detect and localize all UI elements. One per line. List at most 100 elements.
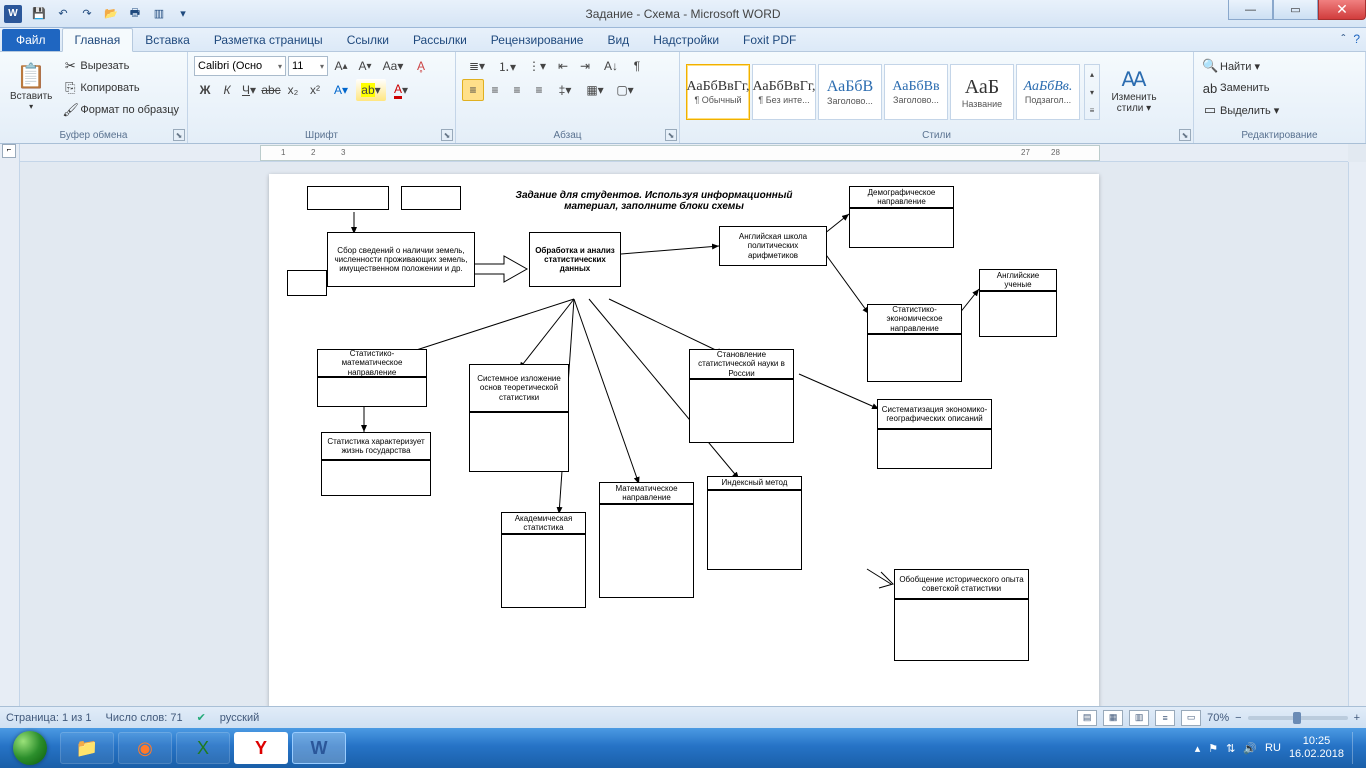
- highlight-icon[interactable]: ab▾: [356, 79, 386, 101]
- styles-row-up[interactable]: ▴: [1085, 66, 1099, 82]
- node-stat-har-label[interactable]: Статистика характеризует жизнь государст…: [321, 432, 431, 460]
- style-normal[interactable]: АаБбВвГг,¶ Обычный: [686, 64, 750, 120]
- view-web[interactable]: ▥: [1129, 710, 1149, 726]
- find-button[interactable]: 🔍Найти ▾: [1200, 55, 1281, 77]
- node-sbor[interactable]: Сбор сведений о наличии земель, численно…: [327, 232, 475, 287]
- clear-formatting-icon[interactable]: Ḁ: [410, 55, 432, 77]
- line-spacing-icon[interactable]: ‡▾: [550, 79, 580, 101]
- node-obob-label[interactable]: Обобщение исторического опыта советской …: [894, 569, 1029, 599]
- proofing-icon[interactable]: ✔: [197, 711, 206, 724]
- node-syst-izl-empty[interactable]: [469, 412, 569, 472]
- qat-customize-icon[interactable]: ▾: [172, 3, 194, 25]
- task-app-orange[interactable]: ◉: [118, 732, 172, 764]
- show-marks-icon[interactable]: ¶: [626, 55, 648, 77]
- tab-selector[interactable]: ⌐: [2, 144, 16, 158]
- node-stat-har-empty[interactable]: [321, 460, 431, 496]
- task-word[interactable]: W: [292, 732, 346, 764]
- tab-layout[interactable]: Разметка страницы: [202, 29, 335, 51]
- node-syst-ekon-empty[interactable]: [877, 429, 992, 469]
- cut-button[interactable]: ✂Вырезать: [60, 55, 181, 77]
- tray-clock[interactable]: 10:25 16.02.2018: [1289, 735, 1344, 761]
- zoom-in-icon[interactable]: +: [1354, 712, 1360, 724]
- tab-home[interactable]: Главная: [62, 28, 134, 52]
- tab-review[interactable]: Рецензирование: [479, 29, 596, 51]
- maximize-button[interactable]: ▭: [1273, 0, 1318, 20]
- qat-new-icon[interactable]: ▥: [148, 3, 170, 25]
- node-demo-label[interactable]: Демографическое направление: [849, 186, 954, 208]
- qat-open-icon[interactable]: 📂: [100, 3, 122, 25]
- copy-button[interactable]: ⎘Копировать: [60, 77, 181, 99]
- tab-insert[interactable]: Вставка: [133, 29, 202, 51]
- file-tab[interactable]: Файл: [2, 29, 60, 51]
- paste-button[interactable]: 📋 Вставить ▾: [6, 55, 56, 121]
- justify-icon[interactable]: ≡: [528, 79, 550, 101]
- tray-show-hidden-icon[interactable]: ▴: [1195, 742, 1201, 755]
- grow-font-icon[interactable]: A▴: [330, 55, 352, 77]
- show-desktop-button[interactable]: [1352, 732, 1360, 764]
- node-ang-uch-label[interactable]: Английские ученые: [979, 269, 1057, 291]
- node-empty-left[interactable]: [287, 270, 327, 296]
- node-syst-izl-label[interactable]: Системное изложение основ теоретической …: [469, 364, 569, 412]
- node-acad-empty[interactable]: [501, 534, 586, 608]
- status-page[interactable]: Страница: 1 из 1: [6, 712, 92, 724]
- borders-icon[interactable]: ▢▾: [610, 79, 640, 101]
- qat-undo-icon[interactable]: ↶: [52, 3, 74, 25]
- superscript-icon[interactable]: x²: [304, 79, 326, 101]
- task-excel[interactable]: X: [176, 732, 230, 764]
- tab-mailings[interactable]: Рассылки: [401, 29, 479, 51]
- qat-redo-icon[interactable]: ↷: [76, 3, 98, 25]
- view-full-read[interactable]: ▦: [1103, 710, 1123, 726]
- change-case-icon[interactable]: Aa▾: [378, 55, 408, 77]
- bold-icon[interactable]: Ж: [194, 79, 216, 101]
- document-area[interactable]: Задание для студентов. Используя информа…: [20, 162, 1348, 706]
- node-math-empty[interactable]: [599, 504, 694, 598]
- shading-icon[interactable]: ▦▾: [580, 79, 610, 101]
- node-stanovl-empty[interactable]: [689, 379, 794, 443]
- zoom-slider[interactable]: [1248, 716, 1348, 720]
- change-styles-button[interactable]: Ꜳ Изменить стили ▾: [1104, 59, 1164, 125]
- replace-button[interactable]: abЗаменить: [1200, 77, 1281, 99]
- paragraph-dialog-launcher[interactable]: ⬊: [665, 129, 677, 141]
- align-left-icon[interactable]: ≡: [462, 79, 484, 101]
- node-empty-top-2[interactable]: [401, 186, 461, 210]
- node-obob-empty[interactable]: [894, 599, 1029, 661]
- font-name-combo[interactable]: Calibri (Осно▾: [194, 56, 286, 76]
- tab-addins[interactable]: Надстройки: [641, 29, 731, 51]
- minimize-ribbon-icon[interactable]: ˆ: [1341, 32, 1345, 46]
- qat-print-icon[interactable]: 🖶: [124, 3, 146, 25]
- tab-view[interactable]: Вид: [595, 29, 641, 51]
- sort-icon[interactable]: A↓: [596, 55, 626, 77]
- view-print-layout[interactable]: ▤: [1077, 710, 1097, 726]
- style-heading1[interactable]: АаБбВЗаголово...: [818, 64, 882, 120]
- node-obrabotka[interactable]: Обработка и анализ статистических данных: [529, 232, 621, 287]
- style-title[interactable]: АаБНазвание: [950, 64, 1014, 120]
- vertical-ruler[interactable]: ⌐: [0, 144, 20, 706]
- style-no-spacing[interactable]: АаБбВвГг,¶ Без инте...: [752, 64, 816, 120]
- clipboard-dialog-launcher[interactable]: ⬊: [173, 129, 185, 141]
- qat-save-icon[interactable]: 💾: [28, 3, 50, 25]
- task-yandex[interactable]: Y: [234, 732, 288, 764]
- styles-dialog-launcher[interactable]: ⬊: [1179, 129, 1191, 141]
- font-size-combo[interactable]: 11▾: [288, 56, 328, 76]
- node-stat-math-label[interactable]: Статистико-математическое направление: [317, 349, 427, 377]
- tab-foxit[interactable]: Foxit PDF: [731, 29, 808, 51]
- font-color-icon[interactable]: A▾: [386, 79, 416, 101]
- zoom-out-icon[interactable]: −: [1235, 712, 1241, 724]
- select-button[interactable]: ▭Выделить ▾: [1200, 99, 1281, 121]
- node-stat-econ-label[interactable]: Статистико-экономическое направление: [867, 304, 962, 334]
- tray-network-icon[interactable]: ⇅: [1226, 742, 1235, 755]
- node-ang-school[interactable]: Английская школа политических арифметико…: [719, 226, 827, 266]
- node-ang-uch-empty[interactable]: [979, 291, 1057, 337]
- font-dialog-launcher[interactable]: ⬊: [441, 129, 453, 141]
- close-button[interactable]: ✕: [1318, 0, 1366, 20]
- node-demo-empty[interactable]: [849, 208, 954, 248]
- strikethrough-icon[interactable]: abc: [260, 79, 282, 101]
- increase-indent-icon[interactable]: ⇥: [574, 55, 596, 77]
- tray-flag-icon[interactable]: ⚑: [1208, 742, 1218, 755]
- node-stanovl-label[interactable]: Становление статистической науки в Росси…: [689, 349, 794, 379]
- node-index-label[interactable]: Индексный метод: [707, 476, 802, 490]
- multilevel-icon[interactable]: ⋮▾: [522, 55, 552, 77]
- tray-lang[interactable]: RU: [1265, 742, 1281, 754]
- start-button[interactable]: [6, 728, 54, 768]
- numbering-icon[interactable]: ⒈▾: [492, 55, 522, 77]
